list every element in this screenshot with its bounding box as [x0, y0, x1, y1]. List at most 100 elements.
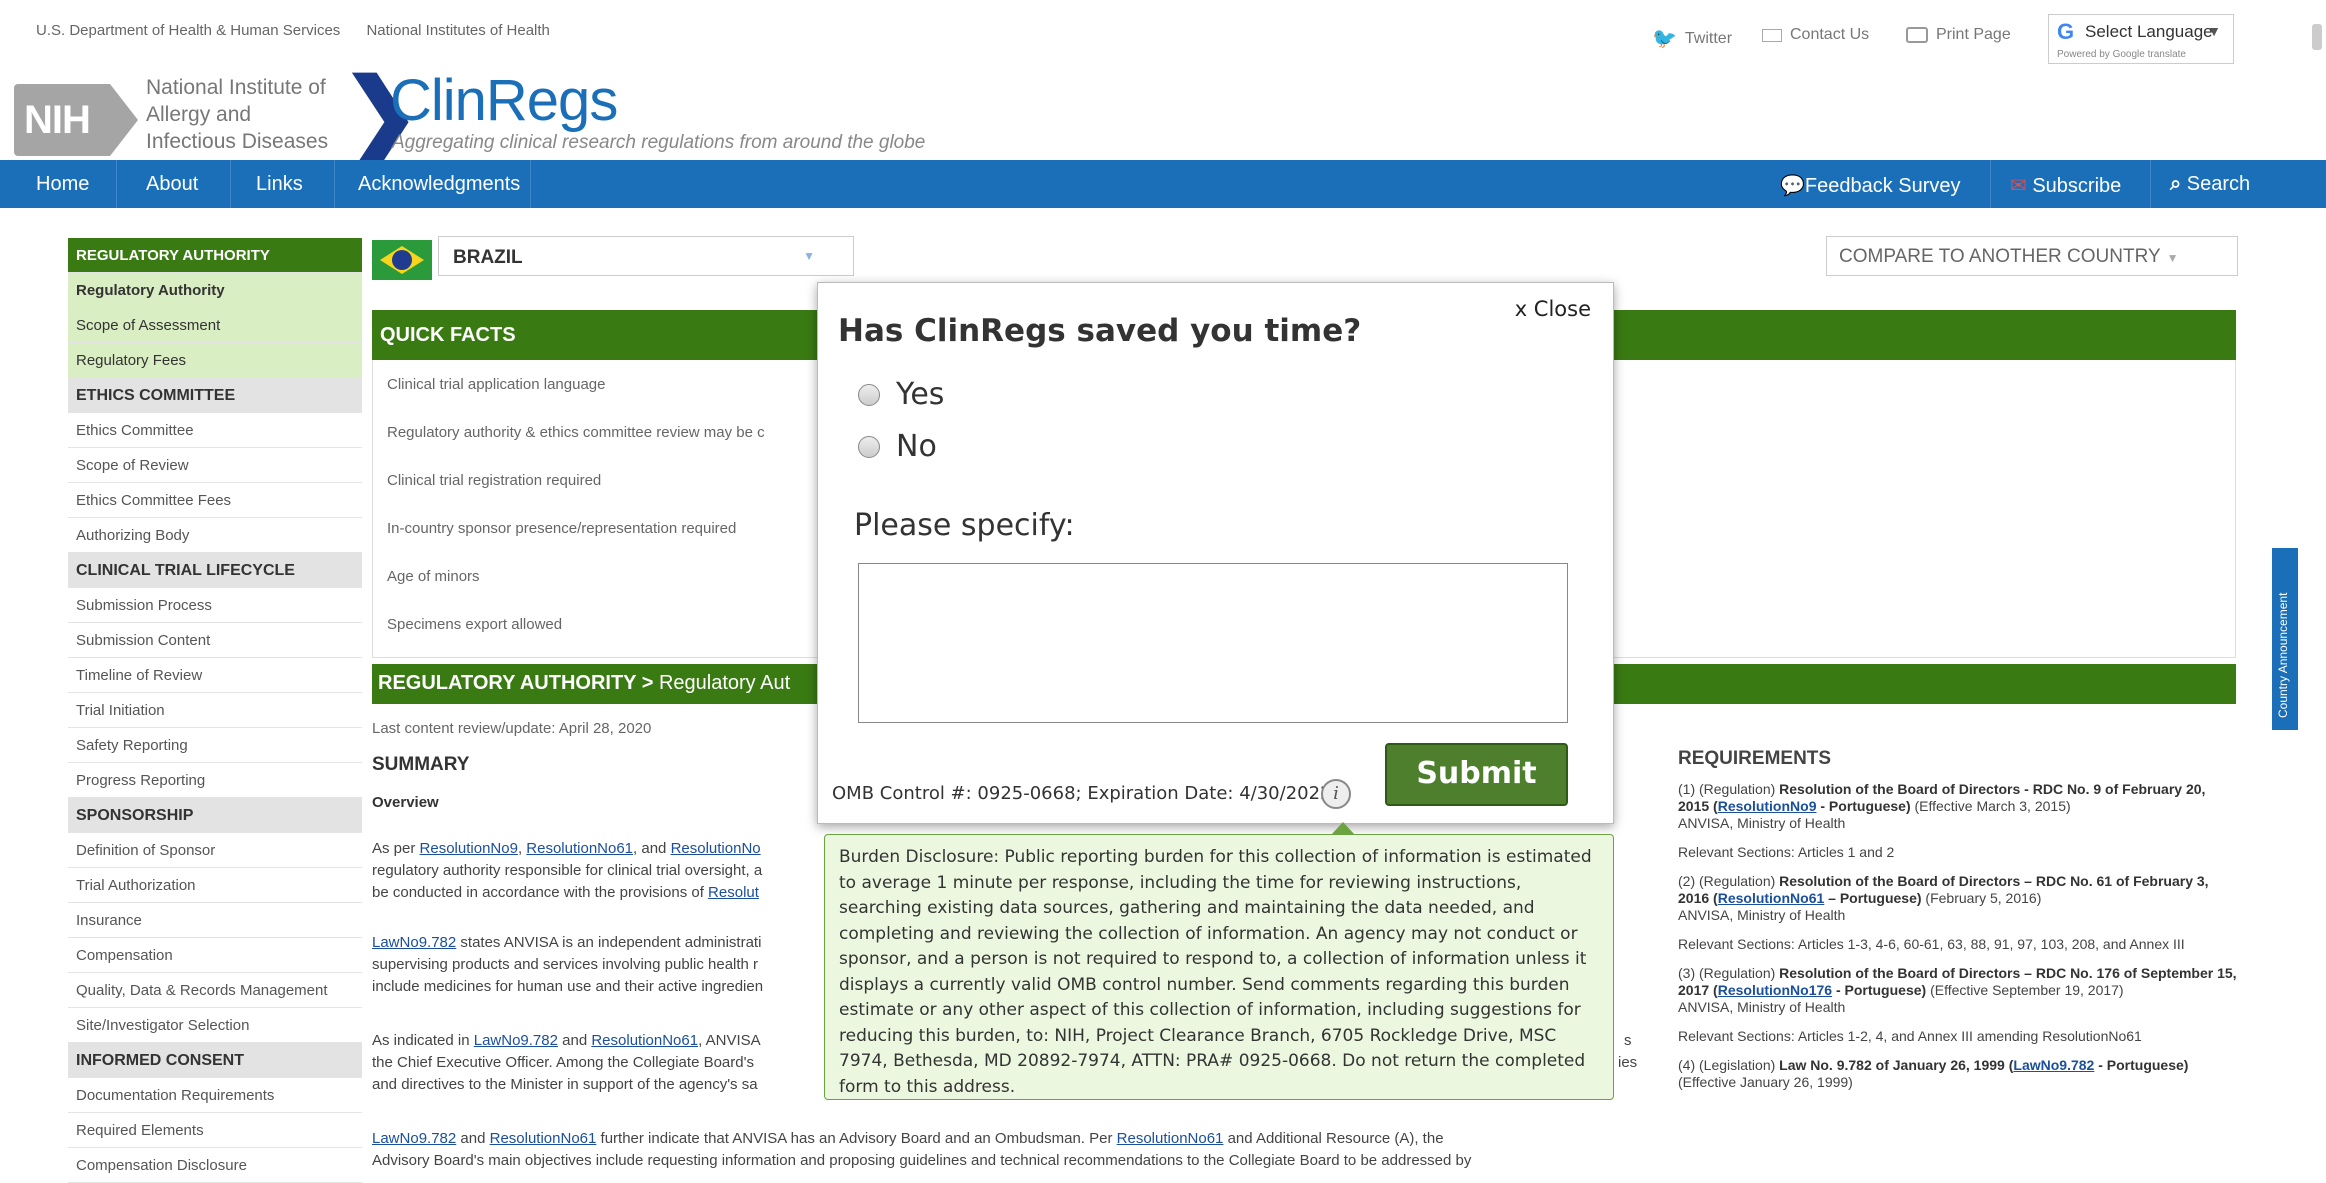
sidebar-item-trial-initiation[interactable]: Trial Initiation — [68, 693, 362, 728]
sidebar-item-documentation-requirements[interactable]: Documentation Requirements — [68, 1078, 362, 1113]
requirement-item: (1) (Regulation) Resolution of the Board… — [1678, 781, 2206, 831]
resolution-link[interactable]: ResolutionNo — [671, 840, 761, 857]
print-link[interactable]: Print Page — [1906, 26, 2011, 44]
overview-paragraph-4: LawNo9.782 and ResolutionNo61 further in… — [372, 1130, 1472, 1169]
no-radio[interactable]: No — [858, 429, 937, 464]
sidebar-item-submission-content[interactable]: Submission Content — [68, 623, 362, 658]
nav-acknowledgments[interactable]: Acknowledgments — [358, 173, 520, 196]
language-select[interactable]: G Select Language ▼ Powered by Google tr… — [2048, 14, 2234, 64]
envelope-icon: ✉ — [2010, 175, 2027, 197]
sidebar-item-definition-of-sponsor[interactable]: Definition of Sponsor — [68, 833, 362, 868]
nav-home[interactable]: Home — [36, 173, 89, 196]
country-announcement-tab[interactable]: Country Announcement — [2272, 548, 2298, 730]
nav-about[interactable]: About — [146, 173, 198, 196]
nav-divider — [230, 160, 231, 208]
utility-bar: U.S. Department of Health & Human Servic… — [0, 0, 2326, 64]
twitter-link[interactable]: 🐦 Twitter — [1652, 26, 1732, 51]
overview-paragraph-3-overflow: s ies — [1618, 1032, 1638, 1071]
sidebar-item-compensation[interactable]: Compensation — [68, 938, 362, 973]
quick-fact-row: In-country sponsor presence/representati… — [387, 520, 737, 537]
nav-divider — [2150, 160, 2151, 208]
law-link[interactable]: LawNo9.782 — [372, 1130, 456, 1147]
sidebar-item-progress-reporting[interactable]: Progress Reporting — [68, 763, 362, 798]
envelope-icon — [1762, 28, 1782, 42]
requirement-sections: Relevant Sections: Articles 1 and 2 — [1678, 844, 1895, 860]
sidebar-section-sponsorship[interactable]: SPONSORSHIP — [68, 798, 362, 833]
sidebar-item-submission-process[interactable]: Submission Process — [68, 588, 362, 623]
topic-sidebar: REGULATORY AUTHORITY Regulatory Authority… — [68, 238, 362, 1183]
resolution-link[interactable]: ResolutionNo9 — [1718, 798, 1817, 814]
site-header: NIH National Institute of Allergy and In… — [0, 62, 2326, 163]
close-button[interactable]: x Close — [1515, 297, 1591, 321]
nav-divider — [334, 160, 335, 208]
speech-bubble-icon: 💬 — [1780, 175, 1805, 197]
printer-icon — [1906, 27, 1928, 43]
subscribe-link[interactable]: ✉ Subscribe — [2010, 173, 2121, 198]
sidebar-item-site-investigator-selection[interactable]: Site/Investigator Selection — [68, 1008, 362, 1043]
main-nav: Home About Links Acknowledgments 💬Feedba… — [0, 160, 2326, 208]
quick-fact-row: Specimens export allowed — [387, 616, 563, 633]
nav-links[interactable]: Links — [256, 173, 303, 196]
sidebar-item-scope-of-review[interactable]: Scope of Review — [68, 448, 362, 483]
specify-textarea[interactable] — [858, 563, 1568, 723]
law-link[interactable]: LawNo9.782 — [372, 934, 456, 951]
search-link[interactable]: ⌕ Search — [2170, 173, 2250, 196]
quick-fact-row: Age of minors — [387, 568, 480, 585]
nih-link[interactable]: National Institutes of Health — [366, 22, 549, 39]
sidebar-item-scope-of-assessment[interactable]: Scope of Assessment — [68, 308, 362, 343]
sidebar-section-regulatory-authority[interactable]: REGULATORY AUTHORITY — [68, 238, 362, 273]
sidebar-item-timeline-of-review[interactable]: Timeline of Review — [68, 658, 362, 693]
overview-heading: Overview — [372, 794, 439, 811]
feedback-survey-link[interactable]: 💬Feedback Survey — [1780, 173, 1961, 198]
compare-country-select[interactable]: COMPARE TO ANOTHER COUNTRY ▼ — [1826, 236, 2238, 276]
nih-logo[interactable]: NIH — [14, 84, 138, 156]
yes-radio[interactable]: Yes — [858, 377, 944, 412]
sidebar-item-regulatory-authority[interactable]: Regulatory Authority — [68, 273, 362, 308]
sidebar-item-required-elements[interactable]: Required Elements — [68, 1113, 362, 1148]
requirement-item: (4) (Legislation) Law No. 9.782 of Janua… — [1678, 1057, 2189, 1090]
twitter-icon: 🐦 — [1652, 28, 1677, 50]
requirement-sections: Relevant Sections: Articles 1-2, 4, and … — [1678, 1028, 2142, 1044]
scrollbar-thumb[interactable] — [2312, 24, 2322, 50]
sidebar-item-ethics-committee-fees[interactable]: Ethics Committee Fees — [68, 483, 362, 518]
modal-title: Has ClinRegs saved you time? — [838, 313, 1362, 349]
sidebar-section-informed-consent[interactable]: INFORMED CONSENT — [68, 1043, 362, 1078]
resolution-link[interactable]: ResolutionNo61 — [1718, 890, 1825, 906]
resolution-link[interactable]: ResolutionNo61 — [490, 1130, 597, 1147]
contact-link[interactable]: Contact Us — [1762, 26, 1869, 44]
quick-fact-row: Regulatory authority & ethics committee … — [387, 424, 765, 441]
resolution-link[interactable]: ResolutionNo61 — [591, 1032, 698, 1049]
sidebar-item-trial-authorization[interactable]: Trial Authorization — [68, 868, 362, 903]
specify-label: Please specify: — [854, 508, 1075, 543]
requirements-panel: REQUIREMENTS (1) (Regulation) Resolution… — [1678, 749, 2238, 1103]
sidebar-item-authorizing-body[interactable]: Authorizing Body — [68, 518, 362, 553]
site-title[interactable]: ClinRegs — [390, 67, 618, 134]
site-tagline: Aggregating clinical research regulation… — [392, 132, 926, 153]
law-link[interactable]: LawNo9.782 — [2013, 1057, 2094, 1073]
hhs-link[interactable]: U.S. Department of Health & Human Servic… — [36, 22, 340, 39]
country-select[interactable]: BRAZIL ▼ — [438, 236, 854, 276]
sidebar-item-ethics-committee[interactable]: Ethics Committee — [68, 413, 362, 448]
sidebar-item-regulatory-fees[interactable]: Regulatory Fees — [68, 343, 362, 378]
last-review-date: Last content review/update: April 28, 20… — [372, 720, 652, 737]
resolution-link[interactable]: ResolutionNo9 — [420, 840, 518, 857]
sidebar-item-quality-data-records-management[interactable]: Quality, Data & Records Management — [68, 973, 362, 1008]
law-link[interactable]: LawNo9.782 — [474, 1032, 558, 1049]
dropdown-arrow-icon: ▼ — [803, 249, 815, 263]
resolution-link[interactable]: ResolutionNo176 — [1718, 982, 1832, 998]
resolution-link[interactable]: ResolutionNo61 — [1117, 1130, 1224, 1147]
resolution-link[interactable]: ResolutionNo61 — [526, 840, 633, 857]
feedback-survey-modal: x Close Has ClinRegs saved you time? Yes… — [817, 282, 1614, 824]
dropdown-arrow-icon: ▼ — [2166, 251, 2179, 265]
sidebar-item-insurance[interactable]: Insurance — [68, 903, 362, 938]
submit-button[interactable]: Submit — [1385, 743, 1568, 806]
niaid-name: National Institute of Allergy and Infect… — [146, 76, 329, 153]
sidebar-section-clinical-trial-lifecycle[interactable]: CLINICAL TRIAL LIFECYCLE — [68, 553, 362, 588]
resolution-link[interactable]: Resolut — [708, 884, 759, 901]
sidebar-item-safety-reporting[interactable]: Safety Reporting — [68, 728, 362, 763]
brazil-flag — [372, 240, 432, 280]
requirement-sections: Relevant Sections: Articles 1-3, 4-6, 60… — [1678, 936, 2185, 952]
sidebar-item-compensation-disclosure[interactable]: Compensation Disclosure — [68, 1148, 362, 1183]
info-icon[interactable]: i — [1321, 779, 1351, 809]
sidebar-section-ethics-committee[interactable]: ETHICS COMMITTEE — [68, 378, 362, 413]
